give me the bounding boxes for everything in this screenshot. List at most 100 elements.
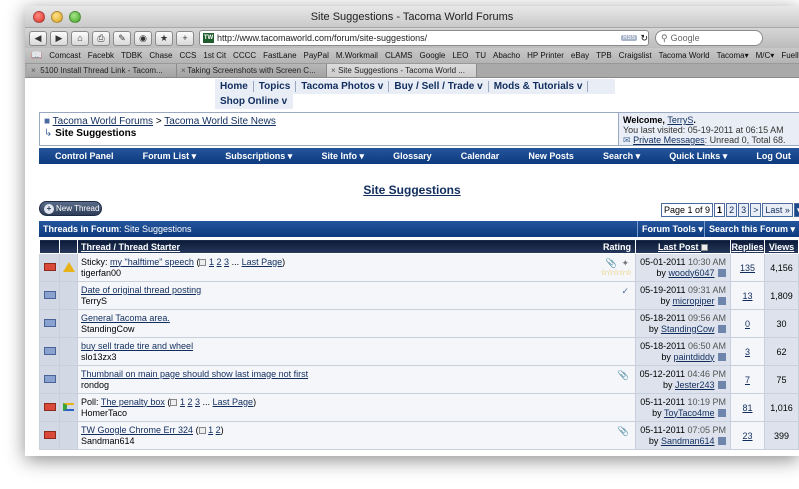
browser-tab[interactable]: × Taking Screenshots with Screen C... [177, 64, 327, 77]
browser-tab-active[interactable]: × Site Suggestions - Tacoma World ... [327, 64, 477, 77]
sort-thread-link[interactable]: Thread [81, 242, 111, 252]
page-link[interactable]: 2 [726, 203, 738, 217]
thread-starter[interactable]: HomerTaco [81, 408, 635, 419]
navbar-site-info[interactable]: Site Info ▾ [321, 151, 364, 162]
go-to-last-post-icon[interactable] [718, 409, 726, 418]
bookmark-item[interactable]: PayPal [304, 51, 329, 60]
sort-views-link[interactable]: Views [769, 242, 794, 252]
navbar-subscriptions[interactable]: Subscriptions ▾ [225, 151, 292, 162]
bookmark-item[interactable]: eBay [571, 51, 589, 60]
bookmark-item[interactable]: HP Printer [527, 51, 564, 60]
replies-link[interactable]: 7 [745, 375, 750, 385]
edit-icon[interactable]: ✎ [113, 30, 131, 46]
url-text[interactable]: http://www.tacomaworld.com/forum/site-su… [217, 33, 618, 43]
bookmark-item[interactable]: FastLane [263, 51, 296, 60]
navbar-quick-links[interactable]: Quick Links ▾ [669, 151, 727, 162]
thread-starter[interactable]: slo13zx3 [81, 352, 635, 363]
bookmark-item[interactable]: Tacoma World [659, 51, 710, 60]
go-to-last-post-icon[interactable] [718, 269, 726, 278]
last-post-user[interactable]: micropiper [672, 296, 714, 306]
last-post-user[interactable]: ToyTaco4me [664, 408, 715, 418]
thread-starter[interactable]: tigerfan00 [81, 268, 635, 279]
bookmark-item[interactable]: CCS [179, 51, 196, 60]
page-last[interactable]: Last » [762, 203, 793, 217]
sort-starter-link[interactable]: Thread Starter [119, 242, 181, 252]
thread-title-link[interactable]: TW Google Chrome Err 324 [81, 425, 193, 435]
go-to-last-post-icon[interactable] [718, 381, 726, 390]
close-tab-icon[interactable]: × [31, 66, 36, 75]
bookmark-icon[interactable]: ★ [155, 30, 173, 46]
add-bookmark-icon[interactable]: + [176, 30, 194, 46]
home-icon[interactable]: ⌂ [71, 30, 89, 46]
bookmark-item[interactable]: Google [420, 51, 446, 60]
navbar-search[interactable]: Search ▾ [603, 151, 640, 162]
page-link[interactable]: 3 [738, 203, 750, 217]
bookmark-item[interactable]: Abacho [493, 51, 520, 60]
last-post-user[interactable]: Jester243 [675, 380, 715, 390]
zoom-window-button[interactable] [69, 11, 81, 23]
new-thread-button[interactable]: + New Thread [39, 201, 102, 216]
thread-last-page-link[interactable]: Last Page [242, 257, 283, 267]
navbar-new-posts[interactable]: New Posts [528, 151, 574, 161]
thread-title-link[interactable]: buy sell trade tire and wheel [81, 341, 193, 351]
browser-tab[interactable]: × 5100 Install Thread Link - Tacom... [27, 64, 177, 77]
nav-tacoma-photos[interactable]: Tacoma Photos v [296, 81, 390, 92]
thread-page-link[interactable]: 2 [187, 397, 192, 407]
bookmark-item[interactable]: TU [475, 51, 486, 60]
minimize-window-button[interactable] [51, 11, 63, 23]
thread-page-link[interactable]: 1 [209, 257, 214, 267]
close-window-button[interactable] [33, 11, 45, 23]
bookmark-item[interactable]: 1st Cit [203, 51, 226, 60]
bookmark-item[interactable]: CLAMS [385, 51, 413, 60]
go-to-last-post-icon[interactable] [718, 437, 726, 446]
bookmark-item[interactable]: M.Workmail [336, 51, 378, 60]
go-to-last-post-icon[interactable] [718, 297, 726, 306]
replies-link[interactable]: 0 [745, 319, 750, 329]
bookmark-item[interactable]: Craigslist [619, 51, 652, 60]
thread-page-link[interactable]: 2 [217, 257, 222, 267]
search-field[interactable]: ⚲ Google [655, 30, 763, 46]
navbar-log-out[interactable]: Log Out [756, 151, 791, 161]
username-link[interactable]: TerryS [667, 115, 693, 125]
bookmark-item[interactable]: LEO [452, 51, 468, 60]
replies-link[interactable]: 13 [742, 291, 752, 301]
nav-buy-sell-trade[interactable]: Buy / Sell / Trade v [389, 81, 489, 92]
private-messages-link[interactable]: Private Messages [633, 135, 705, 145]
navbar-control-panel[interactable]: Control Panel [55, 151, 114, 161]
thread-page-link[interactable]: 1 [180, 397, 185, 407]
thread-title-link[interactable]: General Tacoma area. [81, 313, 170, 323]
last-post-user[interactable]: Sandman614 [661, 436, 715, 446]
bookmark-item[interactable]: CCCC [233, 51, 256, 60]
nav-shop-online[interactable]: Shop Online v [215, 96, 292, 107]
close-tab-icon[interactable]: × [331, 66, 336, 75]
bookmark-item[interactable]: Comcast [49, 51, 81, 60]
bookmark-item[interactable]: Tacoma▾ [717, 51, 749, 60]
bookmark-item[interactable]: Chase [149, 51, 172, 60]
back-button[interactable]: ◀ [29, 30, 47, 46]
last-post-user[interactable]: paintdiddy [673, 352, 714, 362]
go-to-last-post-icon[interactable] [718, 353, 726, 362]
address-bar[interactable]: TW http://www.tacomaworld.com/forum/site… [199, 30, 649, 46]
bookmark-item[interactable]: TDBK [121, 51, 142, 60]
replies-link[interactable]: 135 [740, 263, 755, 273]
thread-page-link[interactable]: 2 [216, 425, 221, 435]
navbar-calendar[interactable]: Calendar [461, 151, 500, 161]
sort-rating-link[interactable]: Rating [603, 242, 631, 252]
bookmarks-book-icon[interactable]: 📖 [31, 50, 42, 61]
thread-starter[interactable]: TerryS [81, 296, 635, 307]
thread-title-link[interactable]: Thumbnail on main page should show last … [81, 369, 308, 379]
forward-button[interactable]: ▶ [50, 30, 68, 46]
nav-mods-tutorials[interactable]: Mods & Tutorials v [489, 81, 589, 92]
bookmark-item[interactable]: TPB [596, 51, 612, 60]
bookmark-item[interactable]: Facebk [88, 51, 114, 60]
thread-starter[interactable]: rondog [81, 380, 635, 391]
forum-title[interactable]: Site Suggestions [25, 183, 799, 197]
thread-title-link[interactable]: The penalty box [101, 397, 165, 407]
thread-page-link[interactable]: 3 [195, 397, 200, 407]
last-post-user[interactable]: woody6047 [668, 268, 714, 278]
replies-link[interactable]: 23 [742, 431, 752, 441]
replies-link[interactable]: 3 [745, 347, 750, 357]
rss-icon[interactable]: RSS [621, 35, 638, 41]
navbar-glossary[interactable]: Glossary [393, 151, 432, 161]
thread-page-link[interactable]: 3 [224, 257, 229, 267]
